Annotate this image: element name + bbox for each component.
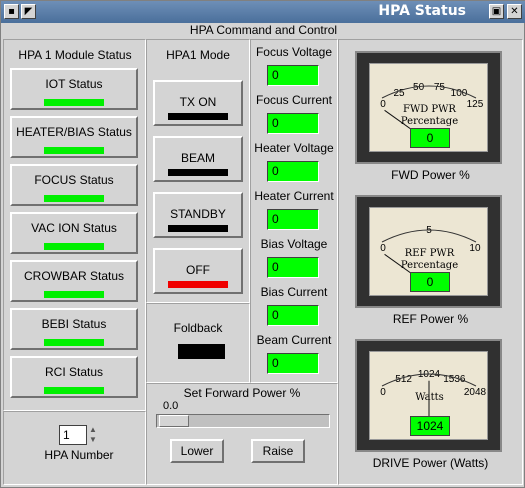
- reading-value: 0: [267, 353, 319, 374]
- status-indicator: [44, 195, 104, 202]
- gauge-caption: REF Power %: [392, 312, 469, 326]
- module-status-button[interactable]: VAC ION Status: [10, 212, 138, 254]
- gauge-face-title: FWD PWR: [403, 104, 456, 115]
- hpa-status-window: ▪ ◤ HPA Status ▣ ✕ HPA Command and Contr…: [0, 0, 525, 488]
- reading-value: 0: [267, 113, 319, 134]
- maximize-icon[interactable]: ▣: [489, 4, 504, 19]
- status-indicator: [44, 147, 104, 154]
- module-status-button[interactable]: RCI Status: [10, 356, 138, 398]
- title-bar: ▪ ◤ HPA Status ▣ ✕: [1, 1, 525, 23]
- slider-handle[interactable]: [159, 415, 189, 427]
- gauge-face-title: REF PWR: [404, 248, 455, 259]
- mode-button-beam[interactable]: BEAM: [153, 136, 243, 182]
- gauge-value: 0: [410, 128, 450, 148]
- module-status-label: VAC ION Status: [31, 221, 117, 235]
- module-status-label: HEATER/BIAS Status: [16, 125, 132, 139]
- status-indicator: [44, 99, 104, 106]
- foldback-label: Foldback: [173, 321, 223, 335]
- forward-power-slider[interactable]: [156, 414, 330, 428]
- reading-value: 0: [267, 209, 319, 230]
- mode-indicator: [168, 225, 228, 232]
- reading-label: Heater Voltage: [254, 141, 334, 155]
- gauge: 0 25 50 75 100 125 FWD PWR Percentage 0: [355, 51, 502, 164]
- mode-indicator: [168, 169, 228, 176]
- reading-label: Bias Current: [260, 285, 328, 299]
- module-status-label: BEBI Status: [41, 317, 107, 331]
- gauge-face: 0 25 50 75 100 125 FWD PWR Percentage 0: [369, 63, 488, 152]
- mode-button-label: TX ON: [179, 95, 217, 109]
- window-menu-icon[interactable]: ▪: [4, 4, 19, 19]
- gauge: 0 5 10 REF PWR Percentage 0: [355, 195, 502, 308]
- gauge-value: 1024: [410, 416, 450, 436]
- gauge-face-title: Watts: [415, 392, 444, 403]
- forward-power-title: Set Forward Power %: [183, 386, 301, 400]
- mode-button-off[interactable]: OFF: [153, 248, 243, 294]
- status-indicator: [44, 291, 104, 298]
- mode-button-standby[interactable]: STANDBY: [153, 192, 243, 238]
- module-status-label: CROWBAR Status: [23, 269, 125, 283]
- back-arrow-icon[interactable]: ◤: [21, 4, 36, 19]
- module-status-button[interactable]: HEATER/BIAS Status: [10, 116, 138, 158]
- reading-label: Focus Voltage: [255, 45, 333, 59]
- reading-value: 0: [267, 257, 319, 278]
- module-status-button[interactable]: FOCUS Status: [10, 164, 138, 206]
- mode-button-label: OFF: [186, 263, 210, 277]
- reading-label: Beam Current: [256, 333, 332, 347]
- mode-indicator: [168, 281, 228, 288]
- reading-value: 0: [267, 161, 319, 182]
- foldback-indicator: [178, 344, 225, 359]
- status-indicator: [44, 387, 104, 394]
- status-indicator: [44, 339, 104, 346]
- close-icon[interactable]: ✕: [507, 4, 522, 19]
- lower-button[interactable]: Lower: [170, 439, 224, 463]
- raise-button[interactable]: Raise: [251, 439, 305, 463]
- mode-indicator: [168, 113, 228, 120]
- reading-label: Heater Current: [254, 189, 334, 203]
- reading-label: Focus Current: [255, 93, 333, 107]
- module-status-button[interactable]: CROWBAR Status: [10, 260, 138, 302]
- gauge-caption: FWD Power %: [391, 168, 470, 182]
- status-indicator: [44, 243, 104, 250]
- gauge: 0 512 1024 1536 2048 Watts 1024: [355, 339, 502, 452]
- mode-button-label: STANDBY: [170, 207, 226, 221]
- hpa-number-input[interactable]: 1: [59, 425, 87, 445]
- app-header: HPA Command and Control: [189, 23, 338, 37]
- hpa-number-label: HPA Number: [44, 448, 114, 462]
- mode-button-label: BEAM: [180, 151, 215, 165]
- module-status-label: FOCUS Status: [34, 173, 114, 187]
- reading-value: 0: [267, 65, 319, 86]
- gauge-value: 0: [410, 272, 450, 292]
- gauge-face-subtitle: Percentage: [400, 260, 459, 271]
- gauge-face-subtitle: Percentage: [400, 116, 459, 127]
- reading-value: 0: [267, 305, 319, 326]
- forward-power-value: 0.0: [163, 400, 179, 412]
- module-status-label: RCI Status: [44, 365, 104, 379]
- hpa-number-spinner-icon[interactable]: ▲ ▼: [89, 425, 99, 445]
- reading-label: Bias Voltage: [260, 237, 328, 251]
- module-status-label: IOT Status: [45, 77, 103, 91]
- gauge-caption: DRIVE Power (Watts): [372, 456, 489, 470]
- mode-button-tx-on[interactable]: TX ON: [153, 80, 243, 126]
- gauge-face: 0 5 10 REF PWR Percentage 0: [369, 207, 488, 296]
- mode-title: HPA1 Mode: [166, 48, 230, 62]
- module-status-button[interactable]: IOT Status: [10, 68, 138, 110]
- window-title: HPA Status: [378, 3, 466, 19]
- module-status-button[interactable]: BEBI Status: [10, 308, 138, 350]
- module-status-title: HPA 1 Module Status: [18, 48, 132, 62]
- gauge-face: 0 512 1024 1536 2048 Watts 1024: [369, 351, 488, 440]
- foldback-panel: [146, 303, 250, 383]
